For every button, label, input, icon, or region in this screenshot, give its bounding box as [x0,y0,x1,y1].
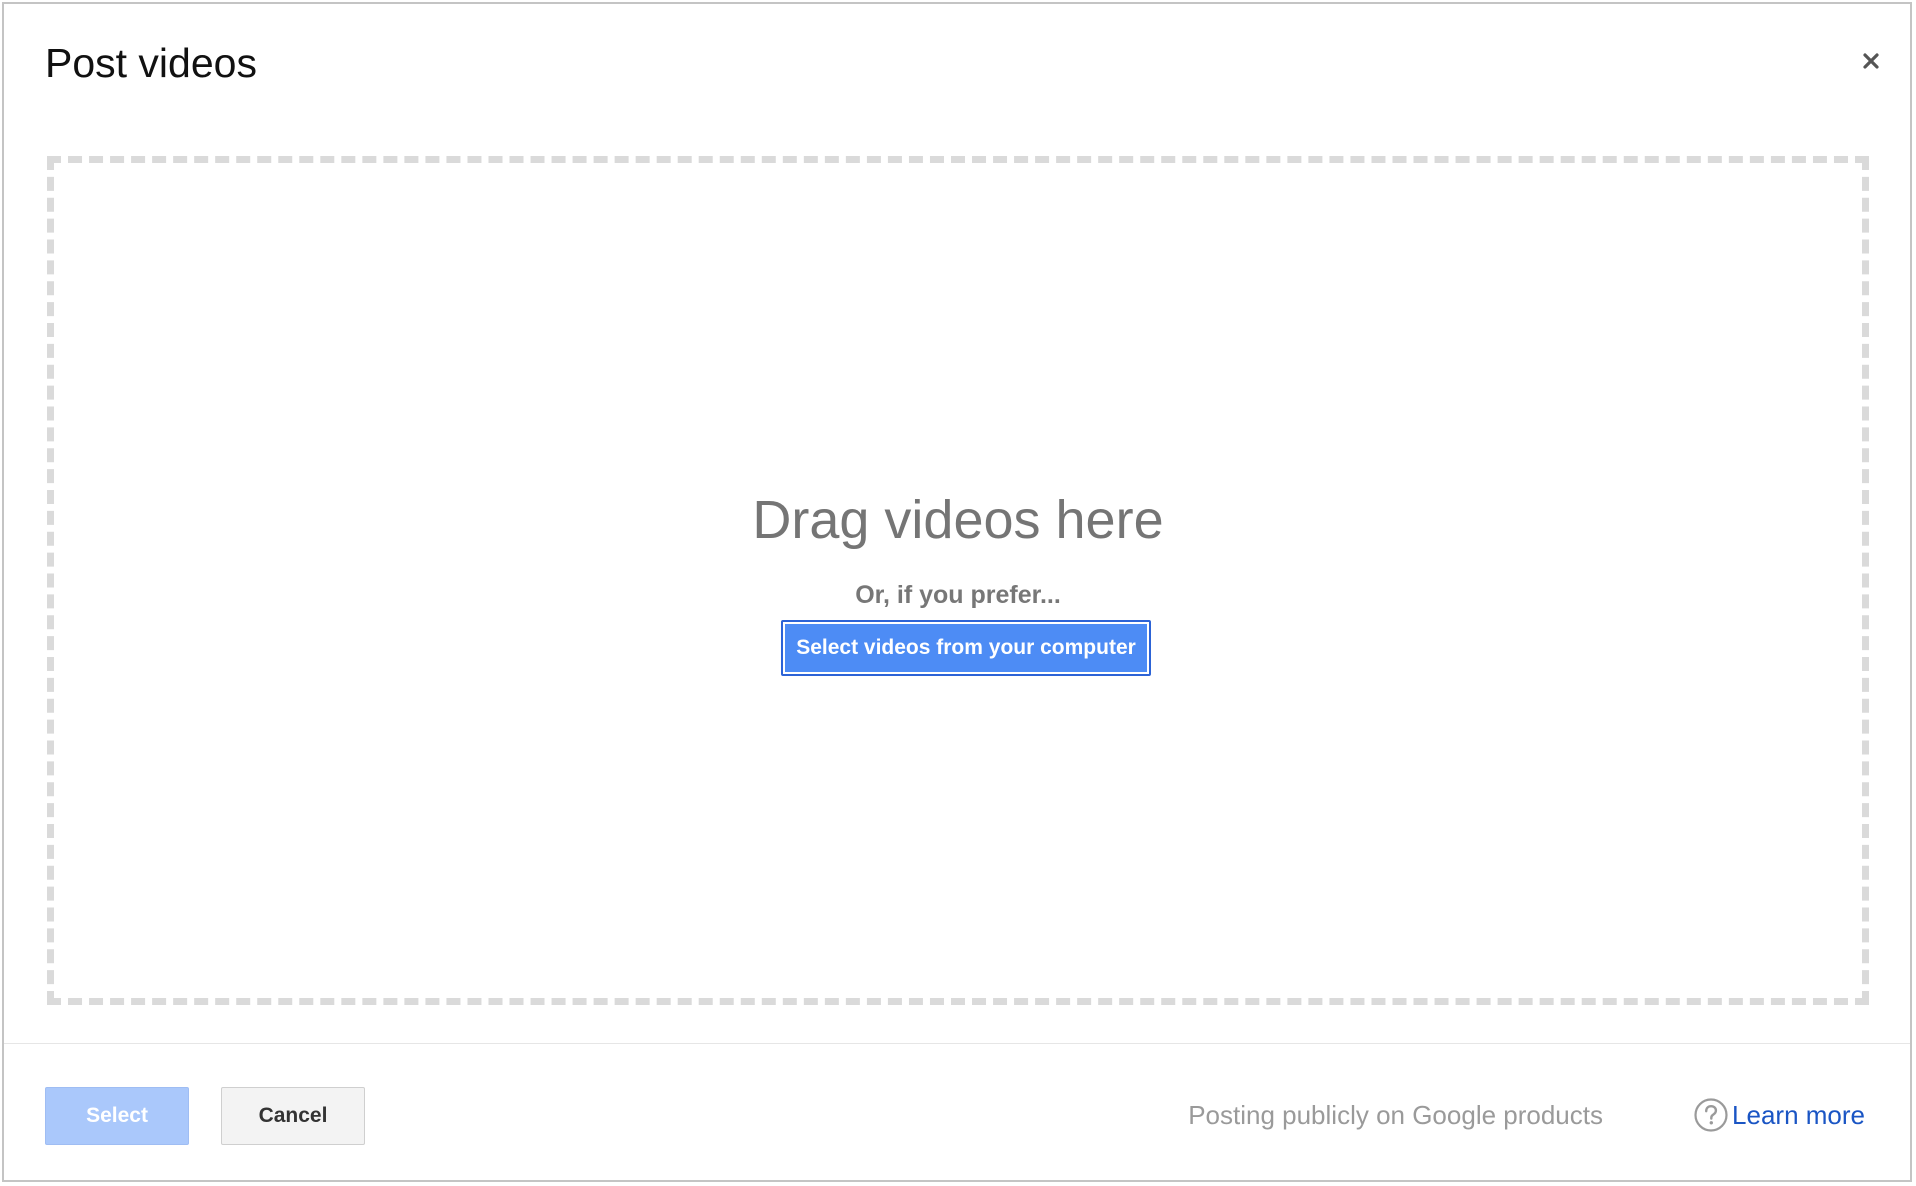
dialog-title: Post videos [45,40,257,86]
select-button[interactable]: Select [45,1087,189,1145]
alternative-prompt: Or, if you prefer... [855,581,1061,609]
select-videos-from-computer-button[interactable]: Select videos from your computer [781,620,1151,676]
drag-videos-heading: Drag videos here [752,490,1164,550]
question-circle-icon[interactable] [1693,1097,1729,1133]
footer-divider [4,1043,1910,1044]
cancel-button[interactable]: Cancel [221,1087,365,1145]
post-videos-dialog: Post videos Drag videos here Or, if you … [2,2,1912,1182]
video-drop-zone[interactable]: Drag videos here Or, if you prefer... Se… [47,156,1869,1005]
learn-more-link[interactable]: Learn more [1732,1099,1865,1131]
posting-publicly-notice: Posting publicly on Google products [1188,1100,1603,1130]
close-icon[interactable] [1854,44,1888,78]
